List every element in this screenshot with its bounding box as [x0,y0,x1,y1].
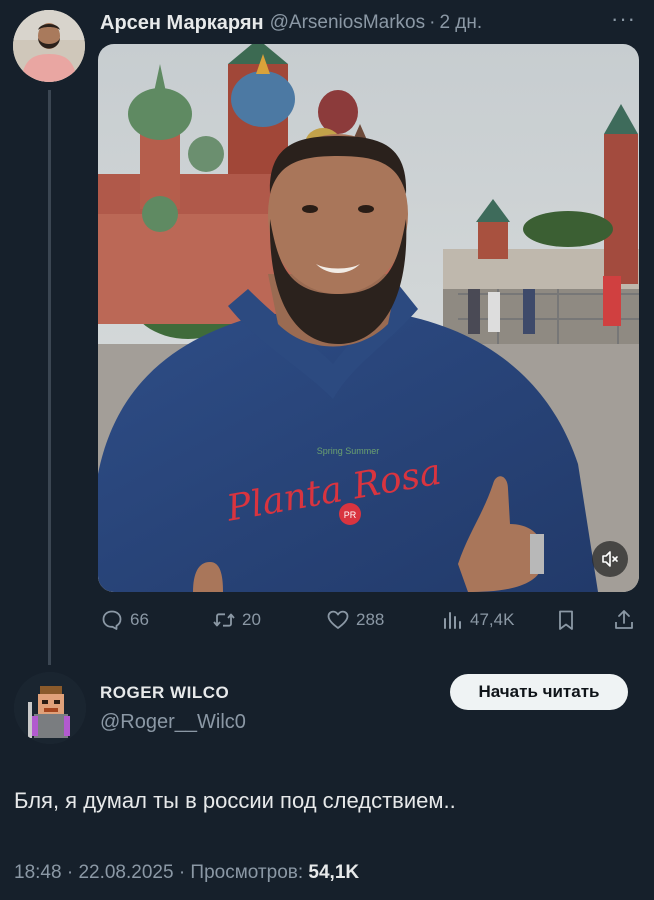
reply-meta: 18:48 · 22.08.2025 · Просмотров: 54,1K [14,862,359,884]
bookmark-icon [559,610,573,630]
like-count: 288 [356,610,385,629]
reply-time[interactable]: 18:48 [14,862,62,883]
repost-icon [213,613,235,627]
bookmark-action[interactable] [554,605,578,635]
meta-separator: · [66,862,74,883]
tweet-video[interactable]: Planta Rosa Spring Summer PR [98,44,639,592]
repost-count: 20 [242,610,261,629]
author-name[interactable]: Арсен Маркарян [100,12,264,35]
like-action[interactable]: 288 [326,605,384,635]
repost-action[interactable]: 20 [212,605,261,635]
separator: · [429,12,436,33]
share-icon [615,610,633,629]
reply-count: 66 [130,610,149,629]
views-count: 47,4K [470,610,515,629]
author-avatar[interactable] [13,10,85,82]
tweet-actions: 66 20 288 47,4K [98,605,638,635]
mute-button[interactable] [592,541,628,577]
hoodie-small-text: Spring Summer [317,446,380,456]
speaker-muted-icon [602,551,618,567]
thread-line [48,90,51,665]
heart-icon [327,610,349,629]
reply-icon [102,610,122,630]
views-action[interactable]: 47,4K [440,605,514,635]
author-handle[interactable]: @ArseniosMarkos [270,12,426,34]
more-options-button[interactable]: ··· [611,8,636,30]
reply-author-avatar[interactable] [14,672,86,744]
views-label: Просмотров: [190,862,304,883]
reply-author-handle[interactable]: @Roger__Wilc0 [100,711,246,734]
analytics-icon [444,612,461,629]
reply-action[interactable]: 66 [100,605,149,635]
hoodie-badge: PR [344,510,357,520]
tweet-time[interactable]: 2 дн. [439,12,482,34]
reply-date[interactable]: 22.08.2025 [78,862,173,883]
share-action[interactable] [612,605,636,635]
tweet-header: Арсен Маркарян @ArseniosMarkos · 2 дн. [100,8,634,38]
reply-views-count[interactable]: 54,1K [308,862,359,883]
follow-button[interactable]: Начать читать [450,674,628,710]
meta-separator: · [178,862,186,883]
reply-author-name[interactable]: ROGER WILCO [100,683,229,703]
video-frame: Planta Rosa Spring Summer PR [98,44,639,592]
reply-text: Бля, я думал ты в россии под следствием.… [14,788,456,813]
